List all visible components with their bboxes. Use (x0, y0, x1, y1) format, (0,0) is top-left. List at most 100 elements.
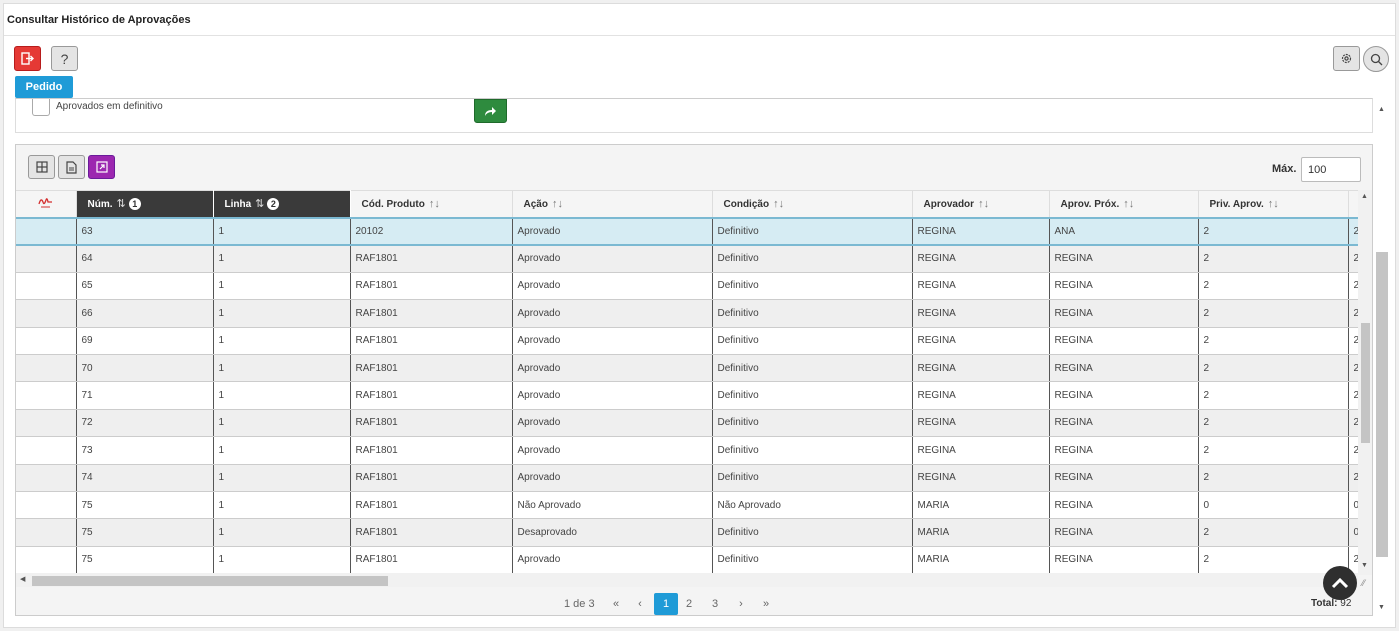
cell-aprov-prox: REGINA (1049, 518, 1199, 547)
col-header-acao[interactable]: Ação ↑↓ (512, 190, 713, 218)
page-button-2[interactable]: 2 (682, 593, 696, 615)
cell-row-action (16, 299, 77, 328)
resize-grip-icon[interactable]: ⁄⁄ (1362, 578, 1365, 588)
cell-priv-aprov: 2 (1198, 409, 1349, 438)
cell-num: 73 (76, 436, 214, 465)
scroll-left-icon[interactable]: ◀ (20, 575, 25, 583)
table-row[interactable]: 65 1 RAF1801 Aprovado Definitivo REGINA REGINA… (16, 272, 1369, 301)
cell-row-action (16, 546, 77, 575)
cell-condicao: Definitivo (712, 381, 913, 410)
scroll-up-icon[interactable]: ▲ (1361, 193, 1368, 200)
search-button[interactable] (1363, 46, 1389, 72)
cell-linha: 1 (213, 409, 351, 438)
cell-condicao: Definitivo (712, 409, 913, 438)
cell-linha: 1 (213, 546, 351, 575)
grid-layout-button[interactable] (28, 155, 55, 179)
title-bar: Consultar Histórico de Aprovações (4, 4, 1395, 36)
table-row[interactable]: 66 1 RAF1801 Aprovado Definitivo REGINA REGINA… (16, 299, 1369, 328)
last-page-button[interactable]: » (758, 593, 774, 615)
cell-row-action (16, 436, 77, 465)
panel-scroll-up-icon[interactable]: ▲ (1378, 106, 1385, 113)
table-row[interactable]: 63 1 20102 Aprovado Definitivo REGINA ANA 2 2 (16, 216, 1369, 246)
col-header-num[interactable]: Núm. ⇅ 1 (76, 190, 214, 218)
cell-aprovador: MARIA (912, 491, 1050, 520)
data-table-viewport: Núm. ⇅ 1 Linha ⇅ 2 Cód. Produto ↑↓ Ação ↑↓ Con… (16, 190, 1372, 575)
cell-aprov-prox: REGINA (1049, 409, 1199, 438)
table-row[interactable]: 75 1 RAF1801 Desaprovado Definitivo MARIA REGI… (16, 518, 1369, 547)
cell-linha: 1 (213, 518, 351, 547)
page-button-1[interactable]: 1 (654, 593, 678, 615)
col-header-priv-aprov[interactable]: Priv. Aprov. ↑↓ (1198, 190, 1349, 218)
col-header-condicao[interactable]: Condição ↑↓ (712, 190, 913, 218)
max-input[interactable] (1301, 157, 1361, 182)
cell-num: 71 (76, 381, 214, 410)
cell-condicao: Definitivo (712, 546, 913, 575)
cell-aprovador: REGINA (912, 299, 1050, 328)
page-title: Consultar Histórico de Aprovações (7, 14, 191, 26)
cell-condicao: Não Aprovado (712, 491, 913, 520)
col-header-actions[interactable] (16, 190, 77, 218)
cell-aprov-prox: REGINA (1049, 546, 1199, 575)
cell-num: 75 (76, 546, 214, 575)
table-row[interactable]: 75 1 RAF1801 Aprovado Definitivo MARIA REGINA 2… (16, 546, 1369, 575)
prev-page-button[interactable]: ‹ (633, 593, 647, 615)
cell-acao: Aprovado (512, 409, 713, 438)
cell-num: 75 (76, 491, 214, 520)
table-row[interactable]: 73 1 RAF1801 Aprovado Definitivo REGINA REGINA… (16, 436, 1369, 465)
page-button-3[interactable]: 3 (708, 593, 722, 615)
table-row[interactable]: 64 1 RAF1801 Aprovado Definitivo REGINA REGINA… (16, 244, 1369, 273)
table-row[interactable]: 69 1 RAF1801 Aprovado Definitivo REGINA REGINA… (16, 327, 1369, 355)
cell-num: 70 (76, 354, 214, 383)
sort-asc-icon: ⇅ (116, 198, 126, 211)
scroll-down-icon[interactable]: ▼ (1361, 562, 1368, 569)
col-header-linha[interactable]: Linha ⇅ 2 (213, 190, 351, 218)
cell-num: 63 (76, 216, 214, 246)
help-button[interactable]: ? (51, 46, 78, 71)
cell-row-action (16, 381, 77, 410)
cell-priv-aprov: 2 (1198, 546, 1349, 575)
back-to-top-button[interactable] (1323, 566, 1357, 600)
sort-icon: ↑↓ (773, 197, 785, 210)
first-page-button[interactable]: « (608, 593, 624, 615)
export-file-button[interactable] (58, 155, 85, 179)
cell-condicao: Definitivo (712, 518, 913, 547)
cell-row-action (16, 327, 77, 355)
max-label: Máx. (1272, 163, 1297, 175)
cell-aprovador: MARIA (912, 546, 1050, 575)
cell-acao: Aprovado (512, 327, 713, 355)
tab-pedido[interactable]: Pedido (15, 76, 73, 98)
cell-aprov-prox: REGINA (1049, 299, 1199, 328)
filter-panel: Aprovados em definitivo (15, 98, 1373, 133)
cell-aprovador: REGINA (912, 327, 1050, 355)
table-row[interactable]: 74 1 RAF1801 Aprovado Definitivo REGINA REGINA… (16, 464, 1369, 492)
cell-cod-produto: RAF1801 (350, 491, 513, 520)
approved-definitive-checkbox[interactable] (32, 99, 50, 116)
vertical-scrollbar[interactable]: ▲ ▼ (1358, 190, 1372, 575)
col-header-aprov-prox[interactable]: Aprov. Próx. ↑↓ (1049, 190, 1199, 218)
apply-filter-button[interactable] (474, 99, 507, 123)
table-row[interactable]: 70 1 RAF1801 Aprovado Definitivo REGINA REGINA… (16, 354, 1369, 383)
cell-priv-aprov: 0 (1198, 491, 1349, 520)
horizontal-scroll-thumb[interactable] (32, 576, 388, 586)
table-row[interactable]: 75 1 RAF1801 Não Aprovado Não Aprovado MARIA R… (16, 491, 1369, 520)
expand-button[interactable] (88, 155, 115, 179)
page-scroll-thumb[interactable] (1376, 252, 1388, 557)
cell-acao: Aprovado (512, 381, 713, 410)
cell-condicao: Definitivo (712, 464, 913, 492)
pagination: 1 de 3 « ‹ 1 2 3 › » Total: 92 (16, 589, 1372, 615)
vertical-scroll-thumb[interactable] (1361, 323, 1370, 443)
sort-icon: ↑↓ (978, 197, 990, 210)
table-row[interactable]: 72 1 RAF1801 Aprovado Definitivo REGINA REGINA… (16, 409, 1369, 438)
horizontal-scrollbar[interactable]: ◀ (16, 573, 1358, 587)
page-scroll-down-icon[interactable]: ▼ (1378, 604, 1385, 611)
cell-cod-produto: RAF1801 (350, 464, 513, 492)
exit-button[interactable] (14, 46, 41, 71)
table-row[interactable]: 71 1 RAF1801 Aprovado Definitivo REGINA REGINA… (16, 381, 1369, 410)
settings-button[interactable] (1333, 46, 1360, 71)
app-window: Consultar Histórico de Aprovações ? Pedi… (3, 3, 1396, 628)
grid-icon (35, 161, 48, 173)
col-header-cod-produto[interactable]: Cód. Produto ↑↓ (350, 190, 513, 218)
col-header-aprovador[interactable]: Aprovador ↑↓ (912, 190, 1050, 218)
next-page-button[interactable]: › (734, 593, 748, 615)
sort-icon: ↑↓ (1267, 197, 1279, 210)
